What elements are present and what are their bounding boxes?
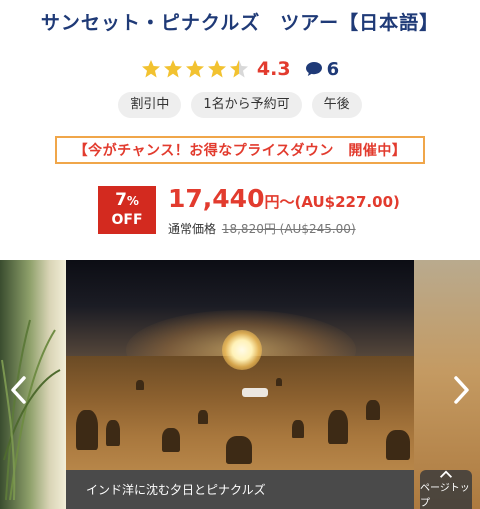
chevron-right-icon xyxy=(454,376,469,404)
regular-price-label: 通常価格 xyxy=(168,222,217,236)
rating-stars xyxy=(141,59,249,79)
gallery-prev-button[interactable] xyxy=(4,370,34,410)
discount-badge: 7% OFF xyxy=(98,186,156,234)
page-title: サンセット・ピナクルズ ツアー【日本語】 xyxy=(40,12,440,34)
price-unit: 円〜 xyxy=(264,193,295,211)
star-icon xyxy=(163,60,182,78)
back-to-top-button[interactable]: ページトップ xyxy=(420,470,472,509)
comment-count-link[interactable]: 6 xyxy=(305,58,340,80)
regular-price-value: 18,820円 (AU$245.00) xyxy=(221,222,356,236)
main-photo xyxy=(66,260,414,470)
star-icon xyxy=(207,60,226,78)
photo-caption: インド洋に沈む夕日とピナクルズ xyxy=(66,470,414,509)
campaign-banner[interactable]: 【今がチャンス！お得なプライスダウン 開催中】 xyxy=(55,136,425,164)
rating-row: 4.3 6 xyxy=(0,56,480,82)
regular-price: 通常価格 18,820円 (AU$245.00) xyxy=(168,220,356,237)
gallery-next-button[interactable] xyxy=(446,370,476,410)
star-icon xyxy=(141,60,160,78)
tag-min-people: 1名から予約可 xyxy=(191,92,302,118)
rating-score: 4.3 xyxy=(256,58,291,80)
sun xyxy=(222,330,262,370)
price-aud: (AU$227.00) xyxy=(294,193,400,211)
comment-icon xyxy=(305,62,322,76)
price: 17,440円〜(AU$227.00) xyxy=(168,184,400,213)
price-value: 17,440 xyxy=(168,184,265,213)
discount-off-label: OFF xyxy=(111,212,143,228)
tag-time: 午後 xyxy=(311,92,362,118)
tag-discount: 割引中 xyxy=(118,92,182,118)
star-half-icon xyxy=(229,60,248,78)
comment-count: 6 xyxy=(326,58,340,80)
chevron-left-icon xyxy=(11,376,26,404)
star-icon xyxy=(185,60,204,78)
tag-list: 割引中 1名から予約可 午後 xyxy=(0,92,480,118)
photo-gallery[interactable]: インド洋に沈む夕日とピナクルズ ページトップ xyxy=(0,260,480,509)
chevron-up-icon xyxy=(439,470,453,478)
back-to-top-label: ページトップ xyxy=(420,483,470,509)
car xyxy=(242,388,268,397)
discount-percent: 7 xyxy=(115,190,127,210)
